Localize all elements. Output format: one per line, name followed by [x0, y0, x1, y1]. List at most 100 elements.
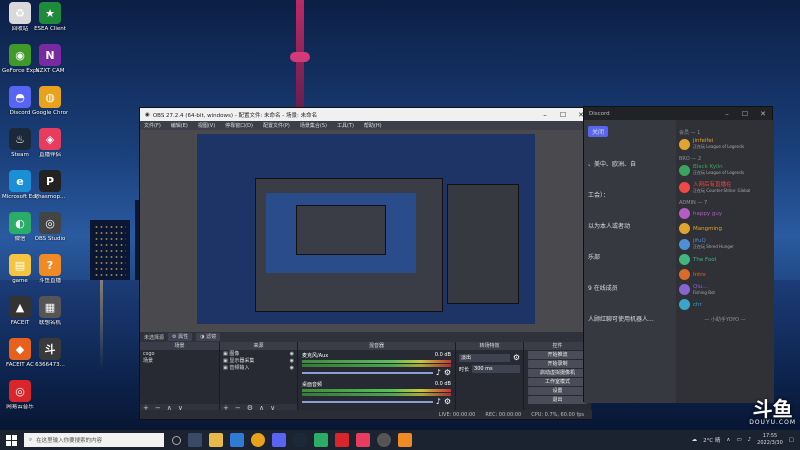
- eye-icon[interactable]: ◉: [290, 365, 294, 371]
- filters-button[interactable]: ◑ 滤镜: [196, 333, 221, 341]
- speaker-icon[interactable]: ♪: [436, 397, 441, 406]
- notifications-icon[interactable]: ▢: [789, 437, 794, 443]
- obs-window[interactable]: ◉ OBS 27.2.4 (64-bit, windows) - 配置文件: 未…: [139, 107, 592, 420]
- member-item[interactable]: Black Kylin 正在玩 League of Legends: [679, 164, 771, 176]
- member-item[interactable]: chr: [679, 299, 771, 310]
- member-status: 正在玩 League of Legends: [693, 170, 745, 175]
- discord-titlebar[interactable]: Discord – ☐ ✕: [584, 107, 772, 120]
- chat-line: 9 在线成员: [588, 285, 618, 292]
- minimize-icon[interactable]: –: [718, 110, 736, 118]
- properties-button[interactable]: ⚙ 属性: [168, 333, 193, 341]
- desktop-icon[interactable]: ◎ 网易云音乐: [2, 380, 38, 410]
- minimize-icon[interactable]: –: [536, 111, 554, 119]
- menu-item[interactable]: 停靠窗口(D): [225, 122, 253, 129]
- settings-icon[interactable]: ⚙: [513, 353, 520, 362]
- discord-chat-pane: 关闭 、美中、欧洲、自 工会）： 以为本人或者动 乐部 9 在线成员 人顾红聊可使用机器人.…: [584, 120, 676, 403]
- transition-select[interactable]: 淡出: [459, 353, 510, 362]
- member-name: chr: [693, 301, 702, 308]
- menu-item[interactable]: 视图(V): [198, 122, 215, 129]
- gear-icon[interactable]: ⚙: [444, 368, 451, 377]
- desktop-icon[interactable]: ▦ 联想名机: [32, 296, 68, 326]
- avatar: [679, 299, 690, 310]
- desktop-icon[interactable]: ◍ Google Chrome: [32, 86, 68, 116]
- desktop-icon[interactable]: 斗 6366473...: [32, 338, 68, 368]
- eye-icon[interactable]: ◉: [290, 351, 294, 357]
- member-item[interactable]: jinfeifei 正在玩 League of Legends: [679, 138, 771, 150]
- maximize-icon[interactable]: ☐: [736, 110, 754, 118]
- steam-icon[interactable]: [293, 433, 307, 447]
- volume-icon[interactable]: ♪: [748, 437, 752, 443]
- control-button[interactable]: 设置: [528, 387, 587, 395]
- obs-titlebar[interactable]: ◉ OBS 27.2.4 (64-bit, windows) - 配置文件: 未…: [140, 108, 590, 121]
- control-button[interactable]: 启动虚拟摄像机: [528, 369, 587, 377]
- app-icon: ◈: [39, 128, 61, 150]
- eye-icon[interactable]: ◉: [290, 358, 294, 364]
- maximize-icon[interactable]: ☐: [554, 111, 572, 119]
- menu-item[interactable]: 帮助(H): [364, 122, 382, 129]
- avatar: [679, 223, 690, 234]
- nested-obs-window: [255, 178, 443, 312]
- speaker-icon[interactable]: ♪: [436, 368, 441, 377]
- live-companion-icon[interactable]: [356, 433, 370, 447]
- gear-icon[interactable]: ⚙: [444, 397, 451, 406]
- weather-icon[interactable]: ☁: [692, 437, 698, 443]
- file-explorer-icon[interactable]: [209, 433, 223, 447]
- chevron-up-icon[interactable]: ∧: [726, 437, 730, 443]
- chrome-icon[interactable]: [251, 433, 265, 447]
- weather-text[interactable]: 2°C 晴: [703, 436, 720, 444]
- desktop-icon[interactable]: ? 斗鱼直播: [32, 254, 68, 284]
- obs-preview[interactable]: [140, 130, 592, 332]
- desktop-icon[interactable]: ◎ OBS Studio: [32, 212, 68, 242]
- source-item[interactable]: ▣ 图像 ◉: [220, 350, 297, 357]
- source-item[interactable]: ▣ 显示器采集 ◉: [220, 357, 297, 364]
- cortana-icon[interactable]: [172, 435, 181, 445]
- duration-input[interactable]: 300 ms: [472, 365, 520, 373]
- scene-item[interactable]: csgo: [140, 350, 219, 357]
- windows-start-button[interactable]: [0, 430, 22, 450]
- source-item[interactable]: ▣ 音频输入 ◉: [220, 364, 297, 371]
- preview-canvas: [197, 134, 535, 324]
- network-icon[interactable]: ▭: [736, 437, 741, 443]
- member-item[interactable]: jifuQ 正在玩 Shred Hunger: [679, 238, 771, 250]
- clock[interactable]: 17:55 2022/3/30: [757, 433, 783, 447]
- obs-icon[interactable]: [377, 433, 391, 447]
- app-icon: ★: [39, 2, 61, 24]
- discord-icon[interactable]: [272, 433, 286, 447]
- menu-item[interactable]: 配置文件(P): [263, 122, 290, 129]
- menu-item[interactable]: 编辑(E): [171, 122, 188, 129]
- menu-item[interactable]: 文件(F): [144, 122, 161, 129]
- taskbar-search[interactable]: ⌕ 在这里输入你要搜索的内容: [24, 433, 164, 447]
- app-icon[interactable]: [335, 433, 349, 447]
- member-item[interactable]: Mangming: [679, 223, 771, 234]
- menu-item[interactable]: 工具(T): [337, 122, 354, 129]
- control-button[interactable]: 开始录制: [528, 360, 587, 368]
- discord-window[interactable]: Discord – ☐ ✕ 关闭 、美中、欧洲、自 工会）： 以为本人或者动 乐部 9 在…: [583, 106, 774, 403]
- desktop-icon[interactable]: N NZXT CAM: [32, 44, 68, 74]
- douyu-icon[interactable]: [398, 433, 412, 447]
- member-item[interactable]: happy guy: [679, 208, 771, 219]
- source-label: 显示器采集: [229, 358, 255, 364]
- obs-title: OBS 27.2.4 (64-bit, windows) - 配置文件: 未命名…: [152, 112, 318, 119]
- task-view-icon[interactable]: [188, 433, 202, 447]
- app-icon: ♻: [9, 2, 31, 24]
- desktop-icon[interactable]: ◈ 直播伴侣: [32, 128, 68, 158]
- member-item[interactable]: Intro: [679, 269, 771, 280]
- member-item[interactable]: Qiu... Fishing Bot: [679, 284, 771, 295]
- member-item[interactable]: The Fool: [679, 254, 771, 265]
- desktop-icon[interactable]: ★ ESEA Client: [32, 2, 68, 32]
- control-button[interactable]: 开始推流: [528, 351, 587, 359]
- edge-icon[interactable]: [230, 433, 244, 447]
- desktop-icon-label: OBS Studio: [34, 236, 66, 242]
- volume-slider[interactable]: [302, 400, 433, 403]
- menu-item[interactable]: 场景集合(S): [300, 122, 327, 129]
- level-meter: [302, 393, 451, 396]
- desktop-icon[interactable]: P Phasmop...: [32, 170, 68, 200]
- volume-slider[interactable]: [302, 371, 433, 374]
- wechat-icon[interactable]: [314, 433, 328, 447]
- scenes-dock: 场景 csgo 场景 + − ∧ ∨: [140, 342, 220, 412]
- control-button[interactable]: 工作室模式: [528, 378, 587, 386]
- control-button[interactable]: 退出: [528, 396, 587, 404]
- close-icon[interactable]: ✕: [754, 110, 772, 118]
- member-item[interactable]: 入网后有直播在 正在玩 Counter-Strike: Global: [679, 180, 771, 194]
- scene-item[interactable]: 场景: [140, 357, 219, 364]
